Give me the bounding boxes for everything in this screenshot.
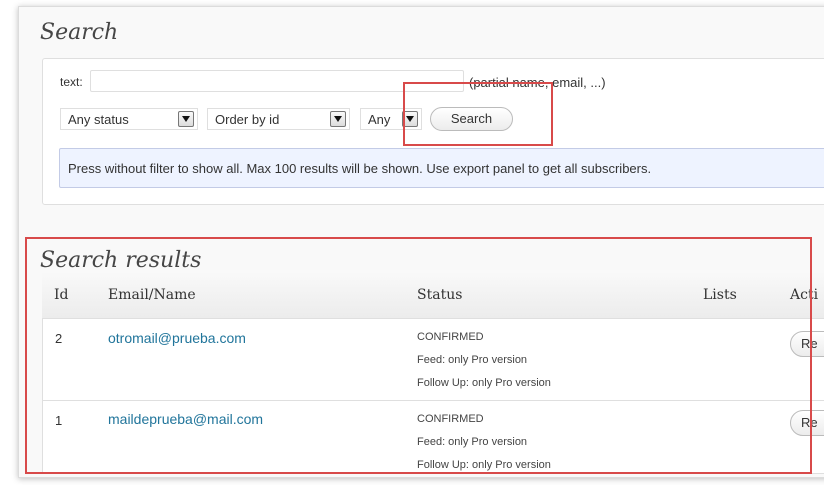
search-title: Search [40, 20, 119, 45]
chevron-down-icon [330, 111, 346, 127]
highlight-search-button [403, 82, 553, 146]
order-select-value: Order by id [215, 112, 280, 127]
chevron-down-icon [178, 111, 194, 127]
info-notice: Press without filter to show all. Max 10… [59, 148, 824, 188]
status-select[interactable]: Any status [60, 108, 198, 130]
status-select-value: Any status [68, 112, 129, 127]
order-select[interactable]: Order by id [207, 108, 350, 130]
text-label: text: [60, 75, 83, 89]
highlight-search-results [25, 237, 812, 474]
list-select-value: Any [368, 112, 391, 127]
